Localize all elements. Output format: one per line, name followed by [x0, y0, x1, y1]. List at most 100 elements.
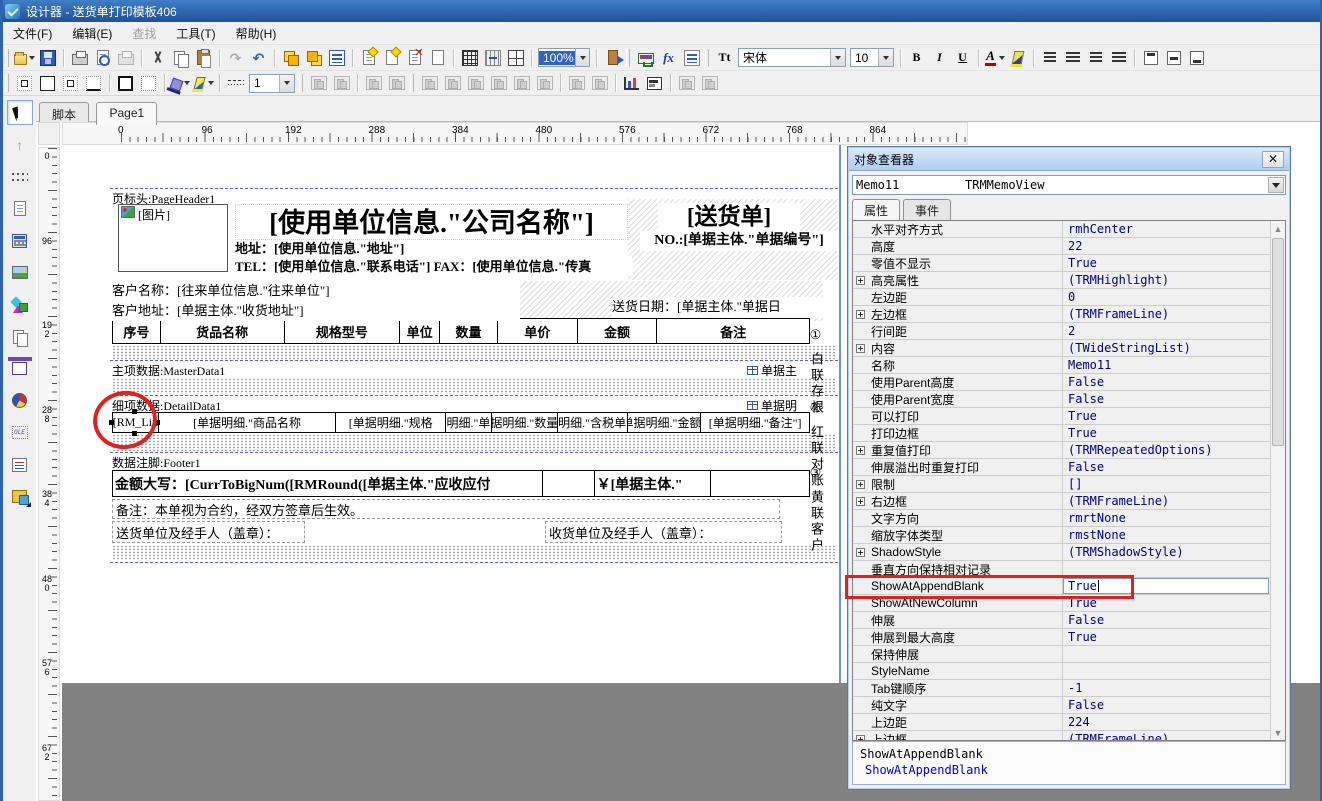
prop-row[interactable]: 伸展 False [853, 612, 1285, 629]
prop-row[interactable]: 内容 (TWideStringList) [853, 340, 1285, 357]
select-tool-button[interactable] [7, 100, 33, 125]
menu-item[interactable]: 文件(F) [3, 22, 62, 45]
menu-item[interactable]: 查找 [122, 22, 166, 45]
align-bottoms-button[interactable] [533, 72, 556, 94]
prop-row[interactable]: 保持伸展 [853, 646, 1285, 663]
page-setup-button[interactable] [114, 47, 137, 69]
align-left-button[interactable] [1038, 47, 1061, 69]
detail-cell[interactable]: 明细."单 [446, 413, 492, 432]
prop-value[interactable]: Memo11 [1063, 357, 1269, 373]
detail-data-row[interactable]: [RM_Lin[单据明细."商品名称[单据明细."规格明细."单据明细."数量明… [112, 412, 810, 433]
prop-value[interactable]: rmrtNone [1063, 510, 1269, 526]
prop-row[interactable]: 名称 Memo11 [853, 357, 1285, 374]
prop-row[interactable]: 上边距 224 [853, 714, 1285, 731]
ole-tool-button[interactable]: OLE [7, 420, 33, 445]
sign-right-field[interactable]: 收货单位及经手人（盖章）： [545, 521, 782, 543]
new-page-button[interactable] [357, 47, 380, 69]
frame-inner-button[interactable] [59, 72, 82, 94]
scroll-thumb[interactable] [1272, 238, 1284, 446]
print-preview-button[interactable] [91, 47, 114, 69]
object-selector-combo[interactable]: Memo11 TRMMemoView [852, 175, 1286, 195]
doc-no-field[interactable]: NO.:[单据主体."单据编号"] [640, 231, 838, 251]
table-header-cell[interactable]: 序号 [113, 319, 161, 343]
cut-button[interactable] [146, 47, 169, 69]
prop-row[interactable]: 上边框 (TRMFrameLine) [853, 731, 1285, 741]
memo-editor-button[interactable] [680, 47, 703, 69]
prop-row[interactable]: 零值不显示 True [853, 255, 1285, 272]
prop-row[interactable]: 高亮属性 (TRMHighlight) [853, 272, 1285, 289]
chart-tool-button[interactable] [7, 388, 33, 413]
prop-row[interactable]: 行间距 2 [853, 323, 1285, 340]
detail-cell[interactable]: 据明细."数量 [492, 413, 558, 432]
table-header-cell[interactable]: 规格型号 [285, 319, 401, 343]
expand-icon[interactable] [856, 276, 865, 285]
hand-tool-button[interactable]: ↑ [7, 132, 33, 157]
align-grid-button[interactable] [504, 47, 527, 69]
inspector-scrollbar[interactable]: ▲ ▼ [1270, 221, 1285, 740]
richtext-tool-button[interactable] [7, 452, 33, 477]
bold-button[interactable]: B [905, 47, 928, 69]
toolbar-grip[interactable] [5, 74, 9, 92]
prop-row[interactable]: StyleName [853, 663, 1285, 680]
table-header-cell[interactable]: 货品名称 [161, 319, 285, 343]
tab-properties[interactable]: 属性 [852, 199, 900, 220]
toolbar-grip[interactable] [626, 49, 630, 67]
tab-page1[interactable]: Page1 [96, 102, 157, 125]
toolbar-grip[interactable] [5, 49, 9, 67]
detail-table-header[interactable]: 序号货品名称规格型号单位数量单价金额备注 [112, 318, 810, 344]
align-center-button[interactable] [1061, 47, 1084, 69]
frame-box-button[interactable] [36, 72, 59, 94]
print-button[interactable] [68, 47, 91, 69]
table-header-cell[interactable]: 单价 [498, 319, 578, 343]
nudge-down-button[interactable] [698, 72, 721, 94]
valign-middle-button[interactable] [1162, 47, 1185, 69]
expand-icon[interactable] [856, 310, 865, 319]
delivery-date-field[interactable]: 送货日期：[单据主体."单据日 [612, 297, 838, 318]
redo-button[interactable]: ↷ [224, 47, 247, 69]
amount-cell[interactable] [543, 471, 595, 496]
prop-row[interactable]: 打印边框 True [853, 425, 1285, 442]
table-header-cell[interactable]: 金额 [578, 319, 658, 343]
line-color-button[interactable] [192, 72, 215, 94]
detail-cell[interactable]: 单据明细."金额" [628, 413, 702, 432]
sign-left-field[interactable]: 送货单位及经手人（盖章）： [112, 521, 305, 543]
prop-value[interactable]: (TRMFrameLine) [1063, 731, 1269, 741]
font-dialog-button[interactable]: Tt [713, 47, 736, 69]
align-centers-button[interactable] [441, 72, 464, 94]
scroll-up-icon[interactable]: ▲ [1271, 221, 1285, 236]
close-designer-button[interactable] [601, 47, 624, 69]
db-image-tool-button[interactable] [7, 484, 33, 509]
send-to-back-button[interactable] [302, 47, 325, 69]
menu-item[interactable]: 编辑(E) [62, 22, 122, 45]
copy-label-yellow[interactable]: ③ 黄联客户 [807, 466, 826, 554]
shape-tool-button[interactable] [7, 292, 33, 317]
prop-row[interactable]: 左边距 0 [853, 289, 1285, 306]
expand-icon[interactable] [856, 548, 865, 557]
prop-value[interactable]: 2 [1063, 323, 1269, 339]
tab-events[interactable]: 事件 [903, 199, 951, 220]
save-button[interactable] [36, 47, 59, 69]
italic-button[interactable]: I [928, 47, 951, 69]
customer-name-field[interactable]: 客户名称：[往来单位信息."往来单位"] [112, 281, 520, 301]
menu-item[interactable]: 帮助(H) [226, 22, 287, 45]
report-page[interactable]: 页标头:PageHeader1 [图片] [使用单位信息."公司名称"] 地址：… [85, 145, 838, 683]
customer-addr-field[interactable]: 客户地址：[单据主体."收货地址"] [112, 301, 520, 321]
font-name-combo[interactable]: 宋体 [738, 48, 846, 67]
prop-value[interactable]: False [1063, 459, 1269, 475]
prop-value[interactable]: True [1063, 629, 1269, 645]
font-color-button[interactable]: A [983, 47, 1006, 69]
prop-value[interactable] [1063, 646, 1269, 662]
frame-bottom-button[interactable] [82, 72, 105, 94]
remark-field[interactable]: 备注：本单视为合约，经双方签章后生效。 [112, 499, 780, 519]
valign-bottom-button[interactable] [1185, 47, 1208, 69]
size-width-button[interactable] [362, 72, 385, 94]
prop-row[interactable]: 高度 22 [853, 238, 1285, 255]
band-footer-label[interactable]: 数据注脚:Footer1 [112, 454, 201, 471]
data-dictionary-button[interactable] [634, 47, 657, 69]
prop-value[interactable] [1063, 663, 1269, 679]
show-grid-button[interactable] [458, 47, 481, 69]
detail-cell[interactable]: [单据明细."备注"] [701, 413, 809, 432]
logo-image-placeholder[interactable]: [图片] [118, 204, 228, 272]
space-vertical-button[interactable] [588, 72, 611, 94]
snap-grid-button[interactable] [481, 47, 504, 69]
